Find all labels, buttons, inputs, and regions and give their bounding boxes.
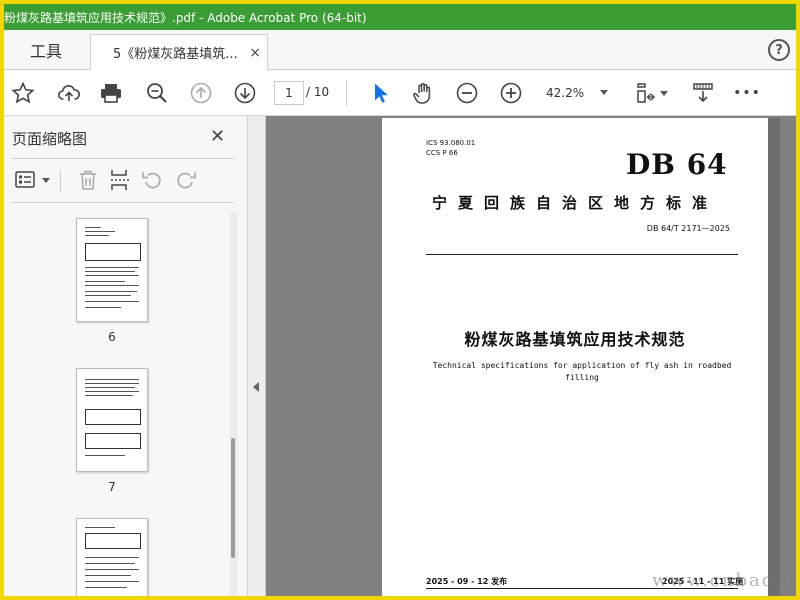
bookmark-star-icon[interactable] [10,80,36,106]
close-panel-icon[interactable]: ✕ [210,126,225,147]
panel-title: 页面缩略图 [12,130,88,148]
zoom-out-icon[interactable] [454,80,480,106]
thumbnail-page-number: 6 [108,330,116,344]
page-fit-chevron-icon[interactable] [660,91,668,96]
chevron-down-icon [600,90,608,95]
toolbar-divider [346,80,347,106]
window-title: 粉煤灰路基填筑应用技术规范》.pdf - Adobe Acrobat Pro (… [4,10,367,25]
cloud-upload-icon[interactable] [56,80,82,106]
ics-code-block: ICS 93.080.01 CCS P 66 [426,138,475,158]
zoom-in-icon[interactable] [498,80,524,106]
page-shadow [768,118,780,596]
close-tab-icon[interactable]: × [249,45,261,61]
page-total: / 10 [306,85,330,99]
help-icon[interactable]: ? [768,39,790,61]
release-date: 2025 - 09 - 12 发布 [426,577,508,586]
page-number-input[interactable]: 1 [274,81,304,105]
page-thumbnail[interactable] [76,518,148,596]
extract-page-icon[interactable] [108,168,132,192]
panel-divider [12,158,234,159]
ccs-code: CCS P 66 [426,149,458,157]
delete-page-icon[interactable] [76,168,100,192]
page-thumbnail[interactable] [76,368,148,472]
thumbnail-options-icon[interactable] [14,168,38,192]
tab-tools[interactable]: 工具 [4,30,88,70]
zoom-level-value: 42.2% [546,86,585,100]
tab-document-label: 5《粉煤灰路基填筑... [113,47,238,62]
thumbnail-panel: 页面缩略图 ✕ 6 7 [4,116,248,596]
title-bar: 粉煤灰路基填筑应用技术规范》.pdf - Adobe Acrobat Pro (… [4,4,796,30]
thumbnail-page-number: 7 [108,480,116,494]
thumbnail-list: 6 7 [4,212,240,596]
zoom-level-dropdown[interactable]: 42.2% [540,81,612,105]
ics-code: ICS 93.080.01 [426,139,476,147]
pdf-page: ICS 93.080.01 CCS P 66 DB 64 宁夏回族自治区地方标准… [382,118,768,596]
db-logo: DB 64 [626,148,728,181]
standard-region: 宁夏回族自治区地方标准 [431,194,718,212]
document-title: 粉煤灰路基填筑应用技术规范 [464,330,686,349]
hand-tool-icon[interactable] [410,80,436,106]
standard-number: DB 64/T 2171—2025 [646,224,730,233]
document-title-english: Technical specifications for application… [432,361,732,382]
options-chevron-icon[interactable] [42,178,50,183]
next-page-icon[interactable] [232,80,258,106]
select-cursor-icon[interactable] [368,80,394,106]
watermark-text: www.cnbao.c [652,570,795,591]
collapse-panel-strip[interactable] [248,116,266,596]
scroll-mode-icon[interactable] [690,80,716,106]
more-tools-icon[interactable]: ••• [733,80,760,106]
previous-page-icon[interactable] [188,80,214,106]
print-icon[interactable] [98,80,124,106]
rotate-left-icon[interactable] [140,168,164,192]
panel-toolbar-divider [60,170,61,192]
tab-bar: 工具 5《粉煤灰路基填筑... × ? [4,30,796,70]
panel-toolbar [12,166,234,196]
page-thumbnail[interactable] [76,218,148,322]
acrobat-window: 粉煤灰路基填筑应用技术规范》.pdf - Adobe Acrobat Pro (… [4,4,796,596]
document-viewer[interactable]: ICS 93.080.01 CCS P 66 DB 64 宁夏回族自治区地方标准… [266,116,796,596]
rotate-right-icon[interactable] [174,168,198,192]
main-toolbar: 1 / 10 42.2% ••• [4,70,796,116]
page-fit-icon[interactable] [632,80,658,106]
zoom-out-magnifier-icon[interactable] [144,80,170,106]
tab-document[interactable]: 5《粉煤灰路基填筑... × [90,34,268,70]
thumbnail-scrollbar-thumb[interactable] [231,438,235,558]
panel-divider-2 [12,202,234,203]
header-rule [426,254,738,255]
collapse-arrow-icon[interactable] [253,382,259,392]
